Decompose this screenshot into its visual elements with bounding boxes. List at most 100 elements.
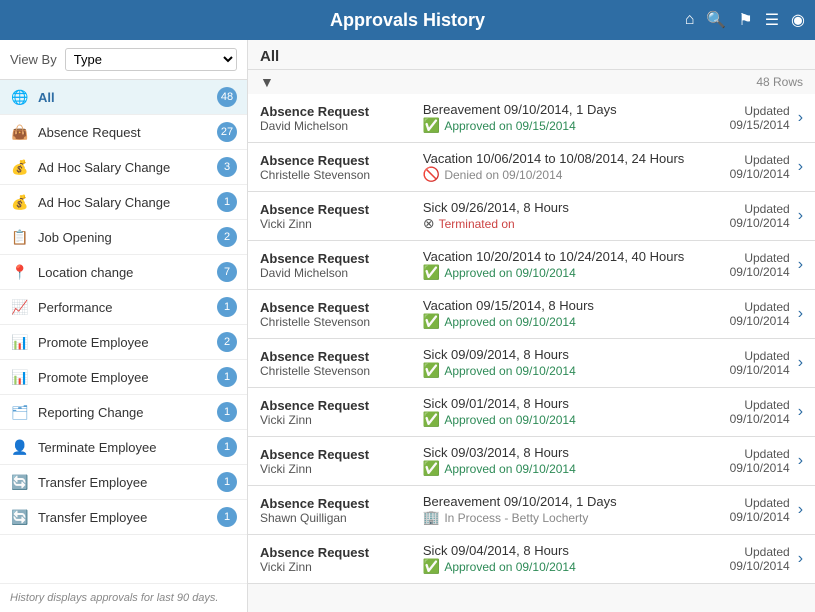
status-icon-5: ✅ [423,362,440,379]
filter-row: ▼ 48 Rows [248,70,815,94]
record-person-4: Christelle Stevenson [260,315,415,329]
record-status-6: ✅ Approved on 09/10/2014 [423,411,702,428]
record-arrow-2: › [798,207,803,225]
home-icon[interactable]: ⌂ [685,11,695,29]
record-updated-6: Updated09/10/2014 [710,398,790,426]
record-row-3[interactable]: Absence RequestDavid MichelsonVacation 1… [248,241,815,290]
user-icon[interactable]: ◉ [791,10,805,30]
sidebar-item-location[interactable]: 📍Location change7 [0,255,247,290]
menu-icon[interactable]: ☰ [765,10,779,30]
record-updated-1: Updated09/10/2014 [710,153,790,181]
record-updated-4: Updated09/10/2014 [710,300,790,328]
record-type-9: Absence Request [260,545,415,560]
record-row-6[interactable]: Absence RequestVicki Zinn Sick 09/01/2014… [248,388,815,437]
record-arrow-3: › [798,256,803,274]
sidebar-icon-transfer2: 🔄 [10,509,30,526]
record-description-1: Vacation 10/06/2014 to 10/08/2014, 24 Ho… [423,151,702,166]
sidebar-icon-absence: 👜 [10,124,30,141]
record-type-2: Absence Request [260,202,415,217]
sidebar-label-promote2: Promote Employee [38,370,209,385]
record-row-5[interactable]: Absence RequestChristelle StevensonSick … [248,339,815,388]
sidebar-icon-all: 🌐 [10,89,30,106]
search-icon[interactable]: 🔍 [706,10,726,30]
sidebar-item-all[interactable]: 🌐All48 [0,80,247,115]
sidebar-label-promote1: Promote Employee [38,335,209,350]
record-row-0[interactable]: Absence RequestDavid Michelson Bereavemen… [248,94,815,143]
status-icon-3: ✅ [423,264,440,281]
status-text-9: Approved on 09/10/2014 [444,560,575,574]
record-detail-7: Sick 09/03/2014, 8 Hours✅Approved on 09/… [423,445,702,477]
sidebar-icon-adhoc2: 💰 [10,194,30,211]
sidebar-item-reporting[interactable]: 🗂Reporting Change1 [0,395,247,430]
record-arrow-9: › [798,550,803,568]
app-header: Approvals History ⌂ 🔍 ⚑ ☰ ◉ [0,0,815,40]
sidebar-item-promote1[interactable]: 📊Promote Employee2 [0,325,247,360]
sidebar-badge-location: 7 [217,262,237,282]
sidebar-item-promote2[interactable]: 📊Promote Employee1 [0,360,247,395]
record-main-0: Absence RequestDavid Michelson [260,104,415,133]
record-person-9: Vicki Zinn [260,560,415,574]
record-updated-7: Updated09/10/2014 [710,447,790,475]
sidebar-item-absence[interactable]: 👜Absence Request27 [0,115,247,150]
view-by-select[interactable]: Type [65,48,237,71]
record-updated-9: Updated09/10/2014 [710,545,790,573]
sidebar-icon-transfer1: 🔄 [10,474,30,491]
page-title: Approvals History [330,10,485,31]
main-container: View By Type 🌐All48👜Absence Request27💰Ad… [0,40,815,612]
record-row-2[interactable]: Absence RequestVicki Zinn Sick 09/26/2014… [248,192,815,241]
record-status-2: ⊗Terminated on [423,215,702,232]
filter-icon[interactable]: ▼ [260,74,274,90]
record-main-2: Absence RequestVicki Zinn [260,202,415,231]
status-text-4: Approved on 09/10/2014 [444,315,575,329]
record-type-0: Absence Request [260,104,415,119]
sidebar-item-performance[interactable]: 📈Performance1 [0,290,247,325]
record-status-0: ✅Approved on 09/15/2014 [423,117,702,134]
record-row-1[interactable]: Absence RequestChristelle StevensonVacat… [248,143,815,192]
sidebar-label-all: All [38,90,209,105]
record-row-4[interactable]: Absence RequestChristelle Stevenson Vacat… [248,290,815,339]
sidebar-badge-absence: 27 [217,122,237,142]
record-person-8: Shawn Quilligan [260,511,415,525]
sidebar-footer: History displays approvals for last 90 d… [0,583,247,612]
status-icon-6: ✅ [423,411,440,428]
record-updated-2: Updated09/10/2014 [710,202,790,230]
record-main-9: Absence RequestVicki Zinn [260,545,415,574]
sidebar-item-transfer2[interactable]: 🔄Transfer Employee1 [0,500,247,535]
sidebar-label-jobopening: Job Opening [38,230,209,245]
record-arrow-1: › [798,158,803,176]
flag-icon[interactable]: ⚑ [738,10,752,30]
record-row-7[interactable]: Absence RequestVicki ZinnSick 09/03/2014… [248,437,815,486]
record-detail-0: Bereavement 09/10/2014, 1 Days✅Approved … [423,102,702,134]
record-main-8: Absence RequestShawn Quilligan [260,496,415,525]
sidebar-item-adhoc1[interactable]: 💰Ad Hoc Salary Change3 [0,150,247,185]
record-detail-2: Sick 09/26/2014, 8 Hours⊗Terminated on [423,200,702,232]
record-description-8: Bereavement 09/10/2014, 1 Days [423,494,702,509]
sidebar-badge-transfer2: 1 [217,507,237,527]
sidebar-item-terminate[interactable]: 👤Terminate Employee1 [0,430,247,465]
record-updated-5: Updated09/10/2014 [710,349,790,377]
status-icon-8: 🏢 [423,509,440,526]
record-description-4: Vacation 09/15/2014, 8 Hours [423,298,702,313]
record-row-9[interactable]: Absence RequestVicki ZinnSick 09/04/2014… [248,535,815,584]
record-main-6: Absence RequestVicki Zinn [260,398,415,427]
record-detail-6: Sick 09/01/2014, 8 Hours✅Approved on 09/… [423,396,702,428]
sidebar-item-transfer1[interactable]: 🔄Transfer Employee1 [0,465,247,500]
sidebar-badge-reporting: 1 [217,402,237,422]
sidebar-item-jobopening[interactable]: 📋Job Opening2 [0,220,247,255]
status-icon-1: 🚫 [423,166,440,183]
record-person-0: David Michelson [260,119,415,133]
sidebar-items-list: 🌐All48👜Absence Request27💰Ad Hoc Salary C… [0,80,247,535]
record-main-4: Absence RequestChristelle Stevenson [260,300,415,329]
sidebar-badge-promote2: 1 [217,367,237,387]
sidebar-item-adhoc2[interactable]: 💰Ad Hoc Salary Change1 [0,185,247,220]
status-text-6: Approved on 09/10/2014 [444,413,575,427]
sidebar-icon-adhoc1: 💰 [10,159,30,176]
record-person-3: David Michelson [260,266,415,280]
record-description-7: Sick 09/03/2014, 8 Hours [423,445,702,460]
view-by-label: View By [10,52,57,67]
sidebar-label-location: Location change [38,265,209,280]
sidebar-badge-jobopening: 2 [217,227,237,247]
record-row-8[interactable]: Absence RequestShawn Quilligan Bereavemen… [248,486,815,535]
sidebar-label-reporting: Reporting Change [38,405,209,420]
record-updated-3: Updated09/10/2014 [710,251,790,279]
